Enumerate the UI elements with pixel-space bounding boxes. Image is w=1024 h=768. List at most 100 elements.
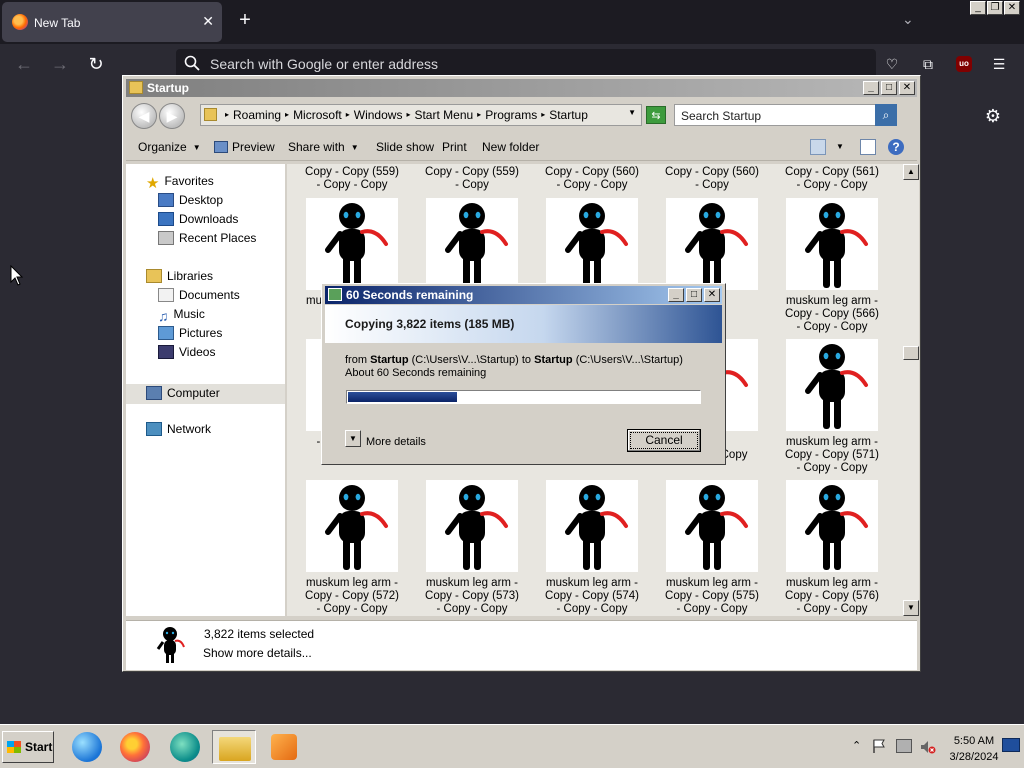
share-with-button[interactable]: Share with ▼: [288, 140, 359, 154]
browser-tab[interactable]: New Tab ✕: [2, 2, 222, 42]
taskbar-file-explorer[interactable]: [212, 730, 256, 764]
close-tab-icon[interactable]: ✕: [202, 13, 214, 30]
restore-icon[interactable]: ❐: [987, 1, 1003, 15]
slide-show-button[interactable]: Slide show: [376, 140, 434, 154]
show-hidden-icons-icon[interactable]: ⌃: [852, 739, 861, 752]
file-thumbnail[interactable]: muskum leg arm - Copy - Copy (574) - Cop…: [537, 480, 647, 616]
search-input[interactable]: Search Startup ⌕: [674, 104, 897, 126]
explorer-titlebar[interactable]: Startup _ □ ✕: [126, 79, 917, 97]
file-label[interactable]: Copy - Copy (559) - Copy: [417, 166, 527, 192]
forward-icon[interactable]: ▶: [159, 103, 185, 129]
hamburger-menu-icon[interactable]: ☰: [991, 56, 1007, 72]
stick-figure-image-icon: [786, 480, 878, 572]
breadcrumb-item[interactable]: Programs: [485, 108, 537, 122]
reload-icon[interactable]: ↻: [84, 52, 108, 76]
minimize-icon[interactable]: _: [970, 1, 986, 15]
organize-button[interactable]: Organize ▼: [138, 140, 201, 154]
file-thumbnail[interactable]: muskum leg arm - Copy - Copy (571) - Cop…: [777, 339, 887, 477]
taskbar-media-player[interactable]: [262, 730, 306, 764]
vertical-scrollbar[interactable]: ▲ ▼: [903, 164, 919, 616]
minimize-icon[interactable]: _: [863, 81, 879, 95]
file-thumbnail[interactable]: muskum leg arm - Copy - Copy (575) - Cop…: [657, 480, 767, 616]
refresh-icon[interactable]: ⇆: [646, 106, 666, 124]
ublock-origin-icon[interactable]: uo: [956, 56, 972, 72]
show-more-details-link[interactable]: Show more details...: [203, 646, 312, 660]
nav-videos[interactable]: Videos: [158, 345, 215, 363]
stick-figure-image-icon: [306, 198, 398, 290]
preview-button[interactable]: Preview: [214, 140, 275, 154]
forward-icon[interactable]: →: [48, 52, 72, 76]
list-all-tabs-icon[interactable]: ⌄: [902, 11, 914, 28]
new-folder-button[interactable]: New folder: [482, 140, 539, 154]
back-icon[interactable]: ←: [12, 52, 36, 76]
breadcrumb-item[interactable]: Roaming: [233, 108, 281, 122]
extensions-icon[interactable]: ⧉: [920, 56, 936, 72]
breadcrumb-item[interactable]: Startup: [549, 108, 588, 122]
nav-music[interactable]: ♫ Music: [158, 307, 205, 325]
help-icon[interactable]: ?: [888, 139, 904, 155]
expand-details-button[interactable]: ▼: [345, 430, 361, 447]
back-icon[interactable]: ◀: [131, 103, 157, 129]
close-icon[interactable]: ✕: [704, 288, 720, 302]
internet-explorer-icon: [72, 732, 102, 762]
cancel-button[interactable]: Cancel: [627, 429, 701, 452]
network-icon[interactable]: [896, 739, 912, 753]
file-label[interactable]: Copy - Copy (560) - Copy - Copy: [537, 166, 647, 192]
file-thumbnail[interactable]: muskum leg arm - Copy - Copy (566) - Cop…: [777, 198, 887, 336]
action-center-flag-icon[interactable]: [872, 739, 886, 753]
nav-documents[interactable]: Documents: [158, 288, 240, 306]
show-desktop-button[interactable]: [1002, 738, 1020, 752]
breadcrumb-item[interactable]: Windows: [354, 108, 403, 122]
change-view-icon[interactable]: [810, 139, 826, 155]
nav-recent-places[interactable]: Recent Places: [158, 231, 256, 249]
chevron-down-icon[interactable]: ▼: [628, 108, 636, 117]
taskbar-edge[interactable]: [164, 730, 208, 764]
volume-muted-icon[interactable]: [920, 739, 936, 755]
gear-icon[interactable]: ⚙: [983, 106, 1003, 126]
nav-computer[interactable]: Computer: [146, 386, 220, 404]
taskbar-internet-explorer[interactable]: [66, 730, 110, 764]
taskbar-firefox[interactable]: [114, 730, 158, 764]
maximize-icon[interactable]: □: [686, 288, 702, 302]
source-folder-link[interactable]: Startup: [370, 354, 409, 366]
print-button[interactable]: Print: [442, 140, 467, 154]
file-label[interactable]: Copy - Copy (561) - Copy - Copy: [777, 166, 887, 192]
scroll-up-icon[interactable]: ▲: [903, 164, 919, 180]
close-icon[interactable]: ✕: [1004, 1, 1020, 15]
file-label: muskum leg arm - Copy - Copy (576) - Cop…: [785, 577, 879, 615]
scroll-down-icon[interactable]: ▼: [903, 600, 919, 616]
destination-folder-link[interactable]: Startup: [534, 354, 573, 366]
new-tab-button[interactable]: +: [234, 9, 256, 31]
file-label[interactable]: Copy - Copy (560) - Copy: [657, 166, 767, 192]
file-thumbnail[interactable]: muskum leg arm - Copy - Copy (576) - Cop…: [777, 480, 887, 616]
breadcrumb-item[interactable]: Start Menu: [414, 108, 473, 122]
nav-network[interactable]: Network: [146, 422, 211, 440]
nav-libraries[interactable]: Libraries: [146, 269, 213, 287]
minimize-icon[interactable]: _: [668, 288, 684, 302]
breadcrumb-item[interactable]: Microsoft: [293, 108, 342, 122]
nav-desktop[interactable]: Desktop: [158, 193, 223, 211]
file-thumbnail[interactable]: muskum leg arm - Copy - Copy (573) - Cop…: [417, 480, 527, 616]
chevron-down-icon[interactable]: ▼: [836, 142, 844, 158]
pocket-icon[interactable]: ♡: [884, 56, 900, 72]
dialog-titlebar[interactable]: 60 Seconds remaining _ □ ✕: [325, 286, 722, 304]
search-icon[interactable]: ⌕: [875, 104, 897, 126]
windows-logo-icon: [7, 741, 21, 753]
browser-tab-strip: New Tab ✕ + ⌄ _ ❐ ✕: [0, 0, 1024, 44]
preview-pane-icon[interactable]: [860, 139, 876, 155]
close-icon[interactable]: ✕: [899, 81, 915, 95]
start-button[interactable]: Start: [2, 731, 54, 763]
more-details-label[interactable]: More details: [366, 436, 426, 448]
clock[interactable]: 5:50 AM 3/28/2024: [948, 733, 1000, 765]
computer-icon: [146, 386, 162, 400]
maximize-icon[interactable]: □: [881, 81, 897, 95]
nav-favorites[interactable]: ★ Favorites: [146, 174, 214, 192]
nav-downloads[interactable]: Downloads: [158, 212, 238, 230]
nav-pictures[interactable]: Pictures: [158, 326, 222, 344]
dialog-heading: Copying 3,822 items (185 MB): [345, 317, 515, 331]
address-bar[interactable]: ▸ Roaming ▸ Microsoft ▸ Windows ▸ Start …: [200, 104, 642, 126]
file-thumbnail-icon: [150, 625, 190, 665]
file-label[interactable]: Copy - Copy (559) - Copy - Copy: [297, 166, 407, 192]
scrollbar-thumb[interactable]: [903, 346, 919, 360]
file-thumbnail[interactable]: muskum leg arm - Copy - Copy (572) - Cop…: [297, 480, 407, 616]
